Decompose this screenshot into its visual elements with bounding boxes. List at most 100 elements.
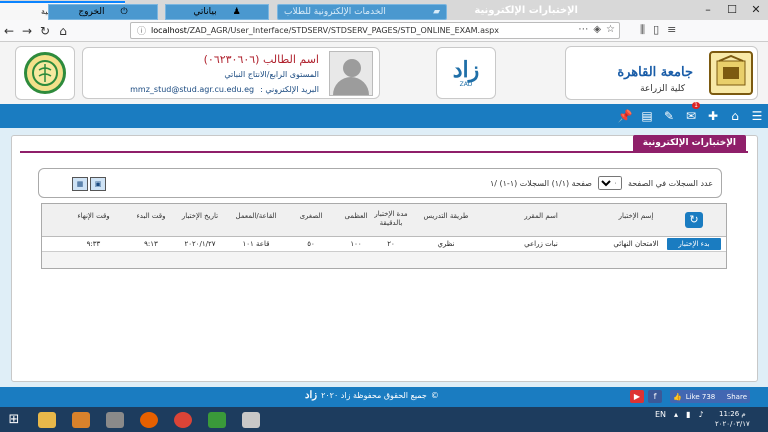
zad-mini-logo: زاد bbox=[305, 390, 318, 401]
sidebar-icon[interactable]: ▯ bbox=[653, 23, 659, 37]
main-menu-bar: ☰ ⌂ ✚ ✉ 1 ✎ ▤ 📌 bbox=[0, 102, 768, 128]
excel-export-icon[interactable]: ▦ bbox=[72, 177, 88, 191]
more-icon[interactable]: ⋯ bbox=[578, 24, 588, 35]
col-course: اسم المقرر bbox=[524, 212, 558, 220]
cell-min: ٥٠ bbox=[307, 240, 315, 248]
menu-current-page[interactable]: الإختبارات الإلكترونية bbox=[474, 5, 578, 16]
start-exam-button[interactable]: بدء الإختبار bbox=[667, 238, 721, 250]
page-info: صفحة (١/١) السجلات (١-١) /١ bbox=[489, 178, 592, 188]
chrome-taskbar-icon[interactable] bbox=[168, 409, 198, 431]
app-taskbar-icon[interactable] bbox=[202, 409, 232, 431]
social-links: ▶ f bbox=[630, 390, 662, 403]
records-per-page-select[interactable]: ١٠ bbox=[597, 176, 622, 190]
volume-icon[interactable]: ♪ bbox=[698, 410, 703, 419]
pocket-icon[interactable]: ◈ bbox=[593, 24, 601, 35]
cell-hall: قاعة ١٠١ bbox=[242, 240, 270, 248]
minimize-icon[interactable]: – bbox=[696, 0, 720, 20]
zad-logo: زاد bbox=[452, 56, 480, 83]
system-tray: EN ▴ ▮ ♪ bbox=[655, 410, 704, 419]
windows-start-icon[interactable]: ⊞ bbox=[2, 409, 26, 431]
edit-icon[interactable]: ✎ bbox=[658, 104, 680, 128]
profile-menu[interactable]: ♟ بياناتي bbox=[165, 4, 269, 20]
facebook-icon[interactable]: f bbox=[648, 390, 662, 403]
close-window-icon[interactable]: ✕ bbox=[744, 0, 768, 20]
library-icon[interactable]: ⫼ bbox=[640, 23, 645, 37]
url-bar[interactable]: ⓘ localhost/ZAD_AGR/User_Interface/STDSE… bbox=[130, 22, 620, 39]
notification-badge: 1 bbox=[692, 102, 700, 109]
maximize-icon[interactable]: ☐ bbox=[720, 0, 744, 20]
cell-teaching-method: نظري bbox=[437, 240, 455, 248]
print-export-icon[interactable]: ▣ bbox=[90, 177, 106, 191]
student-name: اسم الطالب (٠٦٢٣٠٦٠٦) bbox=[203, 53, 319, 66]
home-menu-icon[interactable]: ⌂ bbox=[724, 104, 746, 128]
student-info-card: اسم الطالب (٠٦٢٣٠٦٠٦) المستوى الرابع/الا… bbox=[82, 47, 380, 99]
tray-arrow-icon[interactable]: ▴ bbox=[674, 410, 678, 419]
logout-menu[interactable]: ⏻ الخروج bbox=[48, 4, 158, 20]
col-hall: القاعة/المعمل bbox=[235, 212, 277, 220]
clock[interactable]: 11:26 م ٢٠٢٠/٠٣/١٧ bbox=[715, 409, 750, 429]
add-icon[interactable]: ✚ bbox=[702, 104, 724, 128]
home-icon[interactable]: ⌂ bbox=[54, 24, 72, 38]
university-name: جامعة القاهرة bbox=[617, 65, 693, 80]
student-email: mmz_stud@stud.agr.cu.edu.eg bbox=[130, 85, 255, 94]
back-icon[interactable]: ← bbox=[0, 24, 18, 38]
network-icon[interactable]: ▮ bbox=[686, 410, 690, 419]
info-icon[interactable]: ⓘ bbox=[137, 24, 146, 37]
records-per-page-label: عدد السجلات في الصفحة bbox=[627, 178, 713, 188]
paint-taskbar-icon[interactable] bbox=[236, 409, 266, 431]
student-level: المستوى الرابع/الانتاج النباتي bbox=[224, 70, 319, 79]
clock-time: 11:26 م bbox=[719, 410, 746, 418]
like-count: Like 738 bbox=[685, 392, 716, 401]
copyright: © جميع الحقوق محفوظة زاد ٢٠٢٠ زاد bbox=[305, 390, 439, 401]
refresh-icon[interactable]: ↻ bbox=[685, 212, 703, 228]
url-text: localhost/ZAD_AGR/User_Interface/STDSERV… bbox=[151, 26, 499, 35]
pager-bar: عدد السجلات في الصفحة ١٠ صفحة (١/١) السج… bbox=[38, 168, 722, 198]
avatar bbox=[329, 51, 373, 96]
cell-exam: الامتحان النهائي bbox=[613, 240, 659, 248]
forward-icon[interactable]: → bbox=[18, 24, 36, 38]
pin-icon[interactable]: 📌 bbox=[614, 104, 636, 128]
facebook-like-button[interactable]: 👍 Like 738 Share bbox=[670, 390, 750, 403]
col-start: وقت البدء bbox=[136, 212, 166, 220]
bookmark-star-icon[interactable]: ☆ bbox=[606, 24, 615, 35]
menu-icon[interactable]: ≡ bbox=[667, 23, 676, 37]
cell-end: ٩:٣٣ bbox=[86, 240, 101, 248]
copyright-text: جميع الحقوق محفوظة زاد ٢٠٢٠ bbox=[321, 391, 427, 400]
email-label: البريد الإلكتروني : bbox=[260, 85, 319, 94]
student-services-menu[interactable]: ▰ الخدمات الإلكترونية للطلاب bbox=[277, 4, 447, 20]
clipboard-icon[interactable]: ▤ bbox=[636, 104, 658, 128]
share-button[interactable]: Share bbox=[727, 393, 747, 401]
cell-start: ٩:١٣ bbox=[144, 240, 158, 248]
university-card: جامعة القاهرة كلية الزراعة bbox=[565, 46, 758, 100]
faculty-logo bbox=[24, 52, 66, 94]
youtube-icon[interactable]: ▶ bbox=[630, 390, 644, 403]
page-title: الإختبارات الإلكترونية bbox=[632, 135, 746, 151]
table-header: ↻ إسم الإختبار اسم المقرر طريقة التدريس … bbox=[42, 204, 726, 237]
col-exam: إسم الإختبار bbox=[618, 212, 654, 220]
title-divider bbox=[20, 151, 748, 153]
hamburger-menu-icon[interactable]: ☰ bbox=[746, 104, 768, 128]
copyright-icon: © bbox=[430, 391, 439, 400]
zad-logo-card: زاد ZAD bbox=[436, 47, 496, 99]
cell-date: ٢٠٢٠/١/٢٧ bbox=[184, 240, 216, 248]
zad-logo-sub: ZAD bbox=[459, 80, 473, 88]
col-end: وقت الإنهاء bbox=[77, 212, 110, 220]
language-indicator[interactable]: EN bbox=[655, 410, 666, 419]
explorer-taskbar-icon[interactable] bbox=[32, 409, 62, 431]
folder-icon: ▰ bbox=[433, 7, 440, 17]
clock-date: ٢٠٢٠/٠٣/١٧ bbox=[715, 420, 750, 428]
faculty-logo-card bbox=[15, 46, 75, 100]
col-date: تاريخ الإختبار bbox=[181, 212, 219, 220]
firefox-taskbar-icon[interactable] bbox=[134, 409, 164, 431]
exams-table: ↻ إسم الإختبار اسم المقرر طريقة التدريس … bbox=[41, 203, 727, 269]
profile-label: بياناتي bbox=[193, 7, 217, 17]
col-max: العظمى bbox=[344, 212, 368, 220]
services-label: الخدمات الإلكترونية للطلاب bbox=[284, 7, 386, 17]
browser-navbar: ← → ↻ ⌂ ⓘ localhost/ZAD_AGR/User_Interfa… bbox=[0, 20, 768, 42]
faculty-name: كلية الزراعة bbox=[640, 84, 685, 94]
university-logo bbox=[709, 51, 753, 95]
tools-taskbar-icon[interactable] bbox=[100, 409, 130, 431]
media-taskbar-icon[interactable] bbox=[66, 409, 96, 431]
mail-icon[interactable]: ✉ 1 bbox=[680, 102, 702, 128]
reload-icon[interactable]: ↻ bbox=[36, 24, 54, 38]
